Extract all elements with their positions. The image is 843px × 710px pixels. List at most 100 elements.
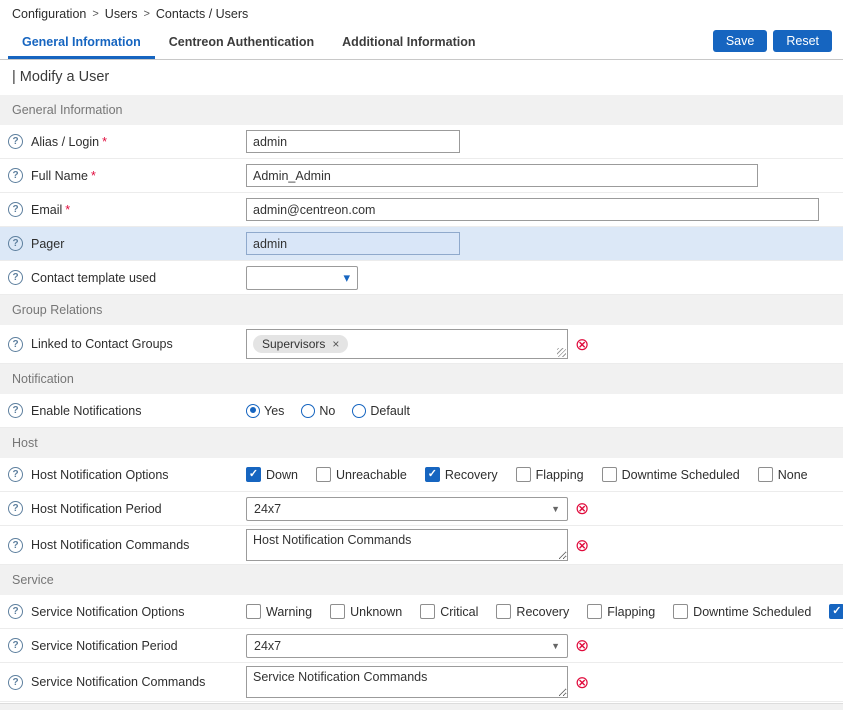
section-header-host: Host <box>0 428 843 458</box>
help-icon[interactable]: ? <box>8 236 23 251</box>
alias-login-row: ? Alias / Login* <box>0 125 843 159</box>
required-asterisk: * <box>102 135 107 149</box>
checkbox-label-recovery: Recovery <box>516 605 569 619</box>
row-label: ? Service Notification Options <box>8 604 246 619</box>
select-value: 24x7 <box>254 639 281 653</box>
row-field <box>246 130 843 153</box>
help-icon[interactable]: ? <box>8 168 23 183</box>
clear-icon[interactable]: ⊗ <box>575 637 589 654</box>
contact-groups-multiselect[interactable]: Supervisors × <box>246 329 568 359</box>
help-icon[interactable]: ? <box>8 202 23 217</box>
help-icon[interactable]: ? <box>8 467 23 482</box>
checkbox-none[interactable] <box>758 467 773 482</box>
breadcrumb-separator: > <box>92 8 98 20</box>
service-notification-commands-input[interactable]: Service Notification Commands <box>246 666 568 698</box>
service-notification-period-select[interactable]: 24x7 ▼ <box>246 634 568 658</box>
checkbox-label-flapping: Flapping <box>536 468 584 482</box>
help-icon[interactable]: ? <box>8 134 23 149</box>
host-notification-period-select[interactable]: 24x7 ▼ <box>246 497 568 521</box>
tab-spacer <box>489 26 709 59</box>
help-icon[interactable]: ? <box>8 538 23 553</box>
checkbox-item-down: ✓ Down <box>246 467 298 482</box>
service-notification-commands-label: Service Notification Commands <box>31 675 205 689</box>
radio-label-yes: Yes <box>264 404 284 418</box>
breadcrumb-configuration[interactable]: Configuration <box>12 7 86 21</box>
checkbox-item-downtime-scheduled: Downtime Scheduled <box>673 604 811 619</box>
row-field: Supervisors × ⊗ <box>246 329 843 359</box>
checkmark-icon: ✓ <box>428 469 437 480</box>
tab-centreon-authentication[interactable]: Centreon Authentication <box>155 26 328 59</box>
email-row: ? Email* <box>0 193 843 227</box>
checkbox-recovery[interactable]: ✓ <box>425 467 440 482</box>
checkbox-item-critical: Critical <box>420 604 478 619</box>
tab-general-information[interactable]: General Information <box>8 26 155 59</box>
chevron-down-icon: ▼ <box>551 504 560 514</box>
required-asterisk: * <box>65 203 70 217</box>
checkbox-item-downtime-scheduled: Downtime Scheduled <box>602 467 740 482</box>
checkbox-warning[interactable] <box>246 604 261 619</box>
section-header-group-relations: Group Relations <box>0 295 843 325</box>
radio-label-default: Default <box>370 404 410 418</box>
clear-icon[interactable]: ⊗ <box>575 336 589 353</box>
service-notification-period-row: ? Service Notification Period 24x7 ▼ ⊗ <box>0 629 843 663</box>
host-notification-commands-row: ? Host Notification Commands Host Notifi… <box>0 526 843 565</box>
checkbox-flapping[interactable] <box>516 467 531 482</box>
help-icon[interactable]: ? <box>8 675 23 690</box>
pager-input[interactable] <box>246 232 460 255</box>
full-name-input[interactable] <box>246 164 758 187</box>
chip-label: Supervisors <box>262 337 325 351</box>
checkbox-recovery-service[interactable] <box>496 604 511 619</box>
breadcrumb-users[interactable]: Users <box>105 7 138 21</box>
host-notification-commands-input[interactable]: Host Notification Commands <box>246 529 568 561</box>
host-notification-options-label: Host Notification Options <box>31 468 169 482</box>
row-label: ? Host Notification Commands <box>8 538 246 553</box>
checkbox-item-unknown: Unknown <box>330 604 402 619</box>
row-field <box>246 164 843 187</box>
row-label: ? Service Notification Period <box>8 638 246 653</box>
chip-remove-icon[interactable]: × <box>332 338 339 350</box>
row-label: ? Email* <box>8 202 246 217</box>
checkbox-downtime-scheduled[interactable] <box>602 467 617 482</box>
checkbox-down[interactable]: ✓ <box>246 467 261 482</box>
clear-icon[interactable]: ⊗ <box>575 537 589 554</box>
clear-icon[interactable]: ⊗ <box>575 500 589 517</box>
checkbox-unknown[interactable] <box>330 604 345 619</box>
tab-additional-information[interactable]: Additional Information <box>328 26 489 59</box>
host-notification-options-row: ? Host Notification Options ✓ Down Unrea… <box>0 458 843 492</box>
alias-login-input[interactable] <box>246 130 460 153</box>
help-icon[interactable]: ? <box>8 337 23 352</box>
reset-button[interactable]: Reset <box>773 30 832 52</box>
row-label: ? Enable Notifications <box>8 403 246 418</box>
breadcrumb-contacts-users[interactable]: Contacts / Users <box>156 7 248 21</box>
checkbox-label-flapping: Flapping <box>607 605 655 619</box>
radio-no[interactable] <box>301 404 315 418</box>
row-label: ? Host Notification Period <box>8 501 246 516</box>
checkbox-unreachable[interactable] <box>316 467 331 482</box>
enable-notifications-row: ? Enable Notifications Yes No Default <box>0 394 843 428</box>
help-icon[interactable]: ? <box>8 270 23 285</box>
save-button[interactable]: Save <box>713 30 768 52</box>
resize-grip-icon[interactable] <box>557 348 566 357</box>
checkbox-item-unreachable: Unreachable <box>316 467 407 482</box>
breadcrumb-separator: > <box>143 8 149 20</box>
required-asterisk: * <box>91 169 96 183</box>
radio-default[interactable] <box>352 404 366 418</box>
checkbox-label-down: Down <box>266 468 298 482</box>
help-icon[interactable]: ? <box>8 638 23 653</box>
row-field: Service Notification Commands ⊗ <box>246 666 843 698</box>
tab-bar: General Information Centreon Authenticat… <box>0 26 843 60</box>
contact-groups-row: ? Linked to Contact Groups Supervisors ×… <box>0 325 843 364</box>
section-header-general-information: General Information <box>0 95 843 125</box>
help-icon[interactable]: ? <box>8 501 23 516</box>
help-icon[interactable]: ? <box>8 604 23 619</box>
clear-icon[interactable]: ⊗ <box>575 674 589 691</box>
radio-yes[interactable] <box>246 404 260 418</box>
checkbox-flapping-service[interactable] <box>587 604 602 619</box>
checkbox-critical[interactable] <box>420 604 435 619</box>
checkbox-none-service[interactable]: ✓ <box>829 604 843 619</box>
contact-template-select[interactable]: ▾ <box>246 266 358 290</box>
checkbox-item-warning: Warning <box>246 604 312 619</box>
checkbox-downtime-scheduled-service[interactable] <box>673 604 688 619</box>
help-icon[interactable]: ? <box>8 403 23 418</box>
email-input[interactable] <box>246 198 819 221</box>
